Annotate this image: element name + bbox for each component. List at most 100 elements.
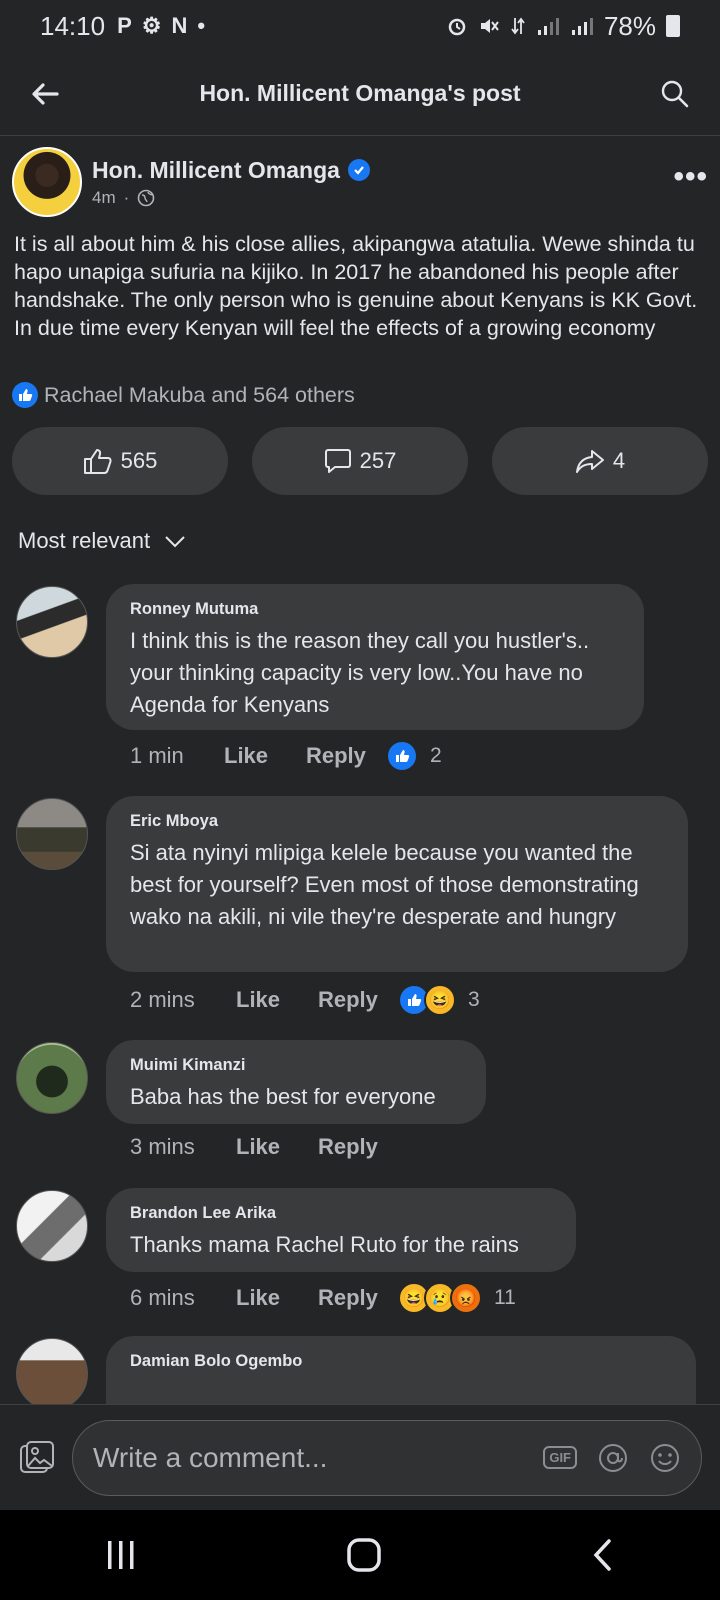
sort-label: Most relevant	[18, 528, 151, 553]
comment-bubble[interactable]: Ronney Mutuma I think this is the reason…	[106, 584, 644, 730]
top-app-bar: Hon. Millicent Omanga's post	[0, 52, 720, 136]
comment-reactions[interactable]: 😆 😢 😡 11	[398, 1282, 516, 1314]
comment-input-placeholder: Write a comment...	[93, 1441, 328, 1473]
commenter-name[interactable]: Eric Mboya	[130, 812, 664, 831]
mention-icon[interactable]	[597, 1442, 629, 1474]
back-button[interactable]	[0, 82, 90, 106]
page-title: Hon. Millicent Omanga's post	[199, 80, 521, 106]
photo-icon[interactable]	[18, 1439, 56, 1477]
comment-text: I think this is the reason they call you…	[130, 628, 590, 717]
comment-actions: 1 min Like Reply 2	[130, 740, 442, 772]
like-reaction-icon	[386, 740, 418, 772]
comment-bubble[interactable]: Brandon Lee Arika Thanks mama Rachel Rut…	[106, 1188, 576, 1272]
signal-icon-2	[571, 18, 593, 35]
status-left-icons: P ⚙ N •	[117, 13, 205, 39]
reactions-summary[interactable]: Rachael Makuba and 564 others	[12, 382, 355, 408]
comment-time[interactable]: 2 mins	[130, 987, 236, 1013]
chevron-down-icon	[165, 536, 185, 548]
commenter-avatar[interactable]	[16, 1042, 88, 1114]
comment-count: 257	[359, 448, 397, 473]
comment-like-button[interactable]: Like	[236, 987, 318, 1013]
like-button[interactable]: 565	[12, 427, 228, 495]
comment-reactions[interactable]: 2	[386, 740, 442, 772]
more-options-icon[interactable]: •••	[673, 160, 708, 194]
share-icon	[575, 450, 604, 473]
comment-bubble[interactable]: Muimi Kimanzi Baba has the best for ever…	[106, 1040, 486, 1124]
gif-icon[interactable]: GIF	[543, 1446, 577, 1469]
comment-time[interactable]: 6 mins	[130, 1285, 236, 1311]
alarm-icon	[448, 18, 466, 36]
post-author[interactable]: Hon. Millicent Omanga	[92, 157, 370, 184]
commenter-name[interactable]: Muimi Kimanzi	[130, 1056, 462, 1075]
comment-time[interactable]: 3 mins	[130, 1134, 236, 1160]
mute-icon	[480, 19, 499, 33]
thumbs-up-icon	[83, 449, 112, 474]
emoji-icon[interactable]	[649, 1442, 681, 1474]
comment-reply-button[interactable]: Reply	[318, 1285, 398, 1311]
back-arrow-icon	[32, 82, 59, 105]
reaction-count: 2	[430, 744, 442, 767]
comment-button[interactable]: 257	[252, 427, 468, 495]
comment-reply-button[interactable]: Reply	[318, 987, 398, 1013]
like-reaction-icon	[12, 382, 38, 408]
status-right: 78%	[446, 11, 680, 42]
commenter-avatar[interactable]	[16, 798, 88, 870]
comment-item: Ronney Mutuma I think this is the reason…	[0, 584, 720, 774]
comment-reactions[interactable]: 😆 3	[398, 984, 480, 1016]
comment-text: Baba has the best for everyone	[130, 1084, 436, 1109]
comment-item: Damian Bolo Ogembo	[0, 1336, 720, 1404]
battery-percent: 78%	[603, 10, 656, 41]
commenter-avatar[interactable]	[16, 586, 88, 658]
reactions-summary-text: Rachael Makuba and 564 others	[44, 382, 355, 407]
reaction-count: 3	[468, 988, 480, 1011]
status-time: 14:10	[40, 10, 106, 41]
sort-dropdown[interactable]: Most relevant	[18, 528, 186, 554]
dot-icon: •	[197, 13, 206, 38]
post-time[interactable]: 4m	[92, 188, 116, 208]
author-avatar[interactable]	[12, 147, 82, 217]
commenter-name[interactable]: Brandon Lee Arika	[130, 1204, 552, 1223]
comment-like-button[interactable]: Like	[224, 743, 306, 769]
author-name[interactable]: Hon. Millicent Omanga	[92, 157, 340, 184]
search-icon	[661, 80, 689, 107]
comment-item: Eric Mboya Si ata nyinyi mlipiga kelele …	[0, 796, 720, 1026]
comment-time[interactable]: 1 min	[130, 743, 224, 769]
commenter-name[interactable]: Ronney Mutuma	[130, 600, 620, 619]
share-button[interactable]: 4	[492, 427, 708, 495]
comment-bubble[interactable]: Eric Mboya Si ata nyinyi mlipiga kelele …	[106, 796, 688, 972]
globe-icon	[137, 189, 155, 206]
like-count: 565	[120, 448, 158, 473]
post-subline: 4m ·	[92, 188, 370, 208]
post-actions: 565 257 4	[12, 427, 708, 495]
comment-item: Brandon Lee Arika Thanks mama Rachel Rut…	[0, 1188, 720, 1328]
gear-icon: ⚙	[141, 13, 162, 38]
comment-text: Si ata nyinyi mlipiga kelele because you…	[130, 840, 639, 929]
comment-reply-button[interactable]: Reply	[306, 743, 386, 769]
haha-reaction-icon: 😆	[424, 984, 456, 1016]
commenter-name[interactable]: Damian Bolo Ogembo	[130, 1352, 672, 1371]
commenter-avatar[interactable]	[16, 1338, 88, 1404]
back-nav-icon[interactable]	[589, 1537, 617, 1573]
post-header: Hon. Millicent Omanga 4m · •••	[12, 146, 708, 218]
post-text: It is all about him & his close allies, …	[14, 232, 698, 340]
composer-icons: GIF	[543, 1442, 681, 1474]
comment-text: Thanks mama Rachel Ruto for the rains	[130, 1232, 519, 1257]
comment-like-button[interactable]: Like	[236, 1134, 318, 1160]
commenter-avatar[interactable]	[16, 1190, 88, 1262]
signal-icon	[537, 18, 559, 35]
angry-reaction-icon: 😡	[450, 1282, 482, 1314]
comment-actions: 6 mins Like Reply 😆 😢 😡 11	[130, 1282, 516, 1314]
status-bar: 14:10 P ⚙ N • 78%	[0, 0, 720, 52]
comment-bubble[interactable]: Damian Bolo Ogembo	[106, 1336, 696, 1404]
reaction-count: 11	[494, 1286, 516, 1309]
comment-item: Muimi Kimanzi Baba has the best for ever…	[0, 1040, 720, 1180]
search-button[interactable]	[630, 79, 720, 109]
home-icon[interactable]	[345, 1536, 383, 1574]
share-count: 4	[612, 448, 626, 473]
recent-apps-icon[interactable]	[103, 1538, 139, 1572]
comment-like-button[interactable]: Like	[236, 1285, 318, 1311]
comment-reply-button[interactable]: Reply	[318, 1134, 398, 1160]
comment-input[interactable]: Write a comment... GIF	[72, 1419, 702, 1496]
comment-composer: Write a comment... GIF	[0, 1404, 720, 1510]
n-icon: N	[171, 13, 188, 38]
